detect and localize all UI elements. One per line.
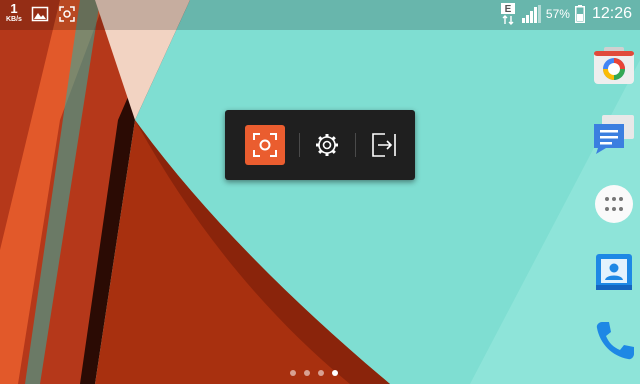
- exit-button[interactable]: [364, 125, 404, 165]
- page-dot[interactable]: [304, 370, 310, 376]
- capture-region-button[interactable]: [245, 125, 285, 165]
- page-dot-active[interactable]: [332, 370, 338, 376]
- network-speed-unit: KB/s: [6, 16, 22, 23]
- battery-icon: [574, 5, 585, 23]
- toolbar-divider: [299, 133, 300, 157]
- page-dot[interactable]: [318, 370, 324, 376]
- app-drawer-icon[interactable]: [592, 182, 636, 226]
- signal-icon: [521, 5, 541, 23]
- toolbar-divider: [355, 133, 356, 157]
- gallery-icon: [31, 6, 49, 22]
- messages-icon[interactable]: [592, 112, 636, 156]
- contacts-icon[interactable]: [592, 250, 636, 294]
- app-dock: [588, 40, 640, 370]
- exit-icon: [372, 133, 396, 157]
- settings-button[interactable]: [307, 125, 347, 165]
- status-clock: 12:26: [591, 5, 632, 22]
- data-e-icon: E: [500, 3, 515, 25]
- status-bar: 1 KB/s E 57% 12:26: [0, 0, 640, 28]
- capture-toolbar: [225, 110, 415, 180]
- page-indicator: [290, 370, 338, 376]
- network-speed-indicator: 1 KB/s: [6, 2, 22, 23]
- network-speed-value: 1: [10, 1, 18, 16]
- camera-icon[interactable]: [592, 45, 636, 89]
- gear-icon: [316, 134, 338, 156]
- network-type-label: E: [505, 4, 512, 15]
- screenshot-frame-icon: [253, 133, 277, 157]
- page-dot[interactable]: [290, 370, 296, 376]
- screenshot-icon: [59, 6, 75, 22]
- phone-icon[interactable]: [592, 318, 636, 362]
- battery-percent: 57%: [545, 7, 570, 21]
- wallpaper: [0, 0, 640, 384]
